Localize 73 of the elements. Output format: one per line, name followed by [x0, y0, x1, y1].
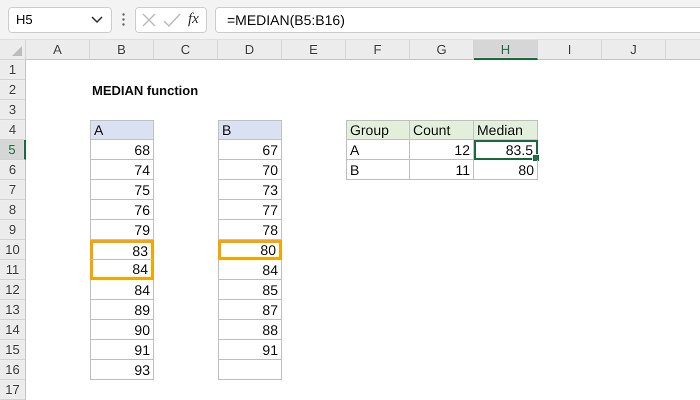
table-cell[interactable]: 83.5 — [474, 140, 538, 160]
column-header-cell[interactable]: A — [90, 120, 154, 140]
table-cell[interactable]: 88 — [218, 320, 282, 340]
column-header[interactable]: H — [474, 40, 538, 60]
row-header[interactable]: 14 — [0, 320, 26, 340]
column-header-cell[interactable]: B — [218, 120, 282, 140]
column-header[interactable]: B — [90, 40, 154, 60]
table-cell[interactable]: 83 — [90, 240, 154, 260]
table-cell[interactable]: 77 — [218, 200, 282, 220]
table-cell[interactable]: 80 — [474, 160, 538, 180]
row-header[interactable]: 7 — [0, 180, 26, 200]
table-cell[interactable]: 80 — [218, 240, 282, 260]
table-cell[interactable]: 70 — [218, 160, 282, 180]
column-header[interactable]: E — [282, 40, 346, 60]
row-header[interactable]: 17 — [0, 380, 26, 400]
table-cell[interactable]: 87 — [218, 300, 282, 320]
check-icon[interactable] — [163, 12, 181, 26]
row-header[interactable]: 2 — [0, 80, 26, 100]
row-header[interactable]: 15 — [0, 340, 26, 360]
row-header[interactable]: 9 — [0, 220, 26, 240]
table-cell[interactable]: 91 — [90, 340, 154, 360]
table-cell[interactable]: 93 — [90, 360, 154, 380]
column-header-cell[interactable]: Median — [474, 120, 538, 140]
table-cell[interactable]: 75 — [90, 180, 154, 200]
row-header[interactable]: 11 — [0, 260, 26, 280]
row-header[interactable]: 3 — [0, 100, 26, 120]
table-cell[interactable]: 84 — [90, 280, 154, 300]
column-header[interactable]: G — [410, 40, 474, 60]
table-cell[interactable]: 79 — [90, 220, 154, 240]
table-cell[interactable]: 84 — [90, 260, 154, 280]
table-cell[interactable]: 85 — [218, 280, 282, 300]
table-cell[interactable]: 90 — [90, 320, 154, 340]
column-header[interactable]: I — [538, 40, 602, 60]
column-header[interactable]: A — [26, 40, 90, 60]
cancel-icon[interactable] — [142, 12, 156, 26]
row-header[interactable]: 1 — [0, 60, 26, 80]
insert-function-button[interactable]: fx — [188, 11, 199, 28]
table-cell[interactable]: B — [346, 160, 410, 180]
table-cell[interactable]: A — [346, 140, 410, 160]
row-header[interactable]: 6 — [0, 160, 26, 180]
row-header[interactable]: 8 — [0, 200, 26, 220]
fill-handle[interactable] — [532, 154, 540, 162]
table-cell[interactable]: 67 — [218, 140, 282, 160]
column-header[interactable]: D — [218, 40, 282, 60]
table-cell[interactable]: 89 — [90, 300, 154, 320]
table-cell[interactable] — [218, 360, 282, 380]
column-header-cell[interactable]: Count — [410, 120, 474, 140]
more-options-icon[interactable] — [122, 13, 125, 26]
table-cell[interactable]: 84 — [218, 260, 282, 280]
sheet-title: MEDIAN function — [91, 82, 198, 100]
column-header[interactable]: C — [154, 40, 218, 60]
table-cell[interactable]: 91 — [218, 340, 282, 360]
table-cell[interactable]: 68 — [90, 140, 154, 160]
row-header[interactable]: 10 — [0, 240, 26, 260]
table-cell[interactable]: 11 — [410, 160, 474, 180]
formula-field[interactable]: =MEDIAN(B5:B16) — [215, 6, 700, 32]
table-cell[interactable]: 12 — [410, 140, 474, 160]
row-header[interactable]: 16 — [0, 360, 26, 380]
table-cell[interactable]: 74 — [90, 160, 154, 180]
select-all-button[interactable] — [0, 40, 26, 60]
row-header[interactable]: 5 — [0, 140, 26, 160]
column-header[interactable]: J — [602, 40, 666, 60]
row-header[interactable]: 13 — [0, 300, 26, 320]
table-cell[interactable]: 73 — [218, 180, 282, 200]
table-cell[interactable]: 76 — [90, 200, 154, 220]
table-cell[interactable]: 78 — [218, 220, 282, 240]
row-header[interactable]: 4 — [0, 120, 26, 140]
name-box[interactable]: H5 — [8, 6, 112, 32]
triangle-icon — [12, 46, 22, 56]
column-header[interactable]: F — [346, 40, 410, 60]
column-header-cell[interactable]: Group — [346, 120, 410, 140]
row-header[interactable]: 12 — [0, 280, 26, 300]
chevron-down-icon[interactable] — [91, 16, 103, 24]
